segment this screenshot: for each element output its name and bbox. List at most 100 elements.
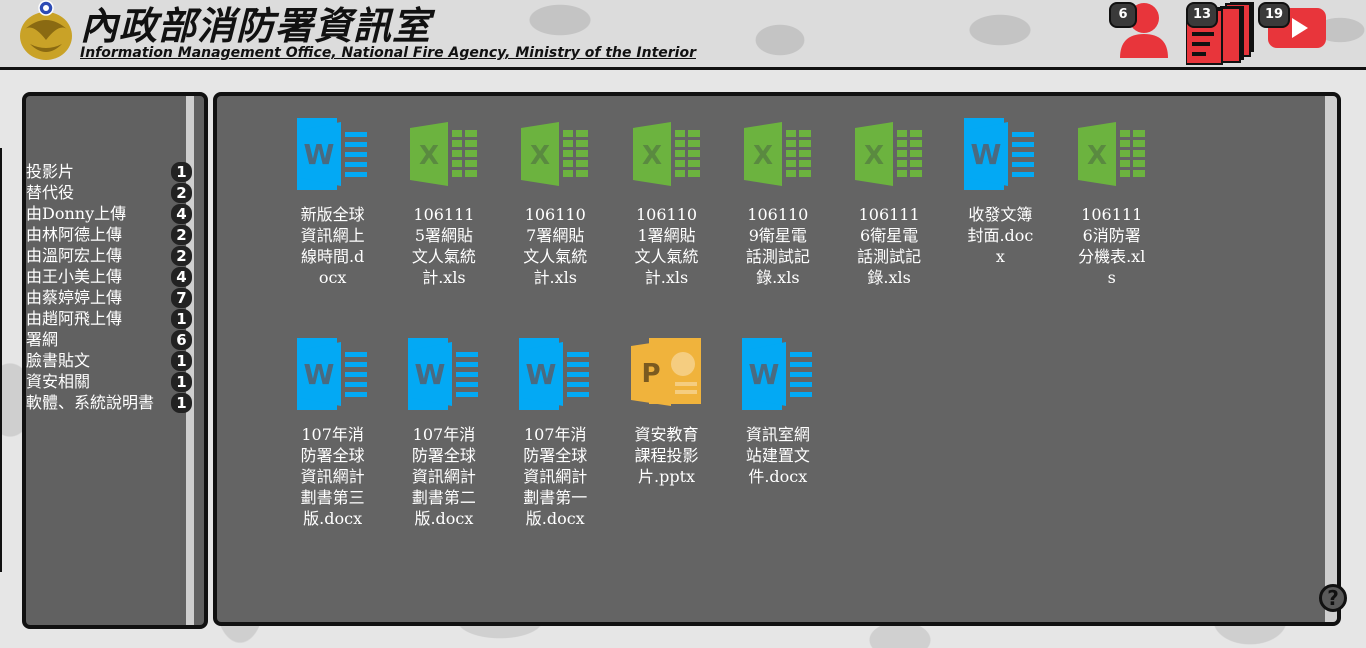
svg-text:X: X <box>530 141 550 171</box>
category-label: 由趙阿飛上傳 <box>26 309 123 328</box>
users-count-badge: 6 <box>1109 2 1137 28</box>
file-item[interactable]: X 1061116消防署分機表.xls <box>1056 118 1167 338</box>
videos-button[interactable]: 19 <box>1258 0 1330 54</box>
svg-text:P: P <box>641 359 660 389</box>
file-name: 107年消防署全球資訊網計劃書第二版.docx <box>411 425 476 528</box>
category-count-badge: 7 <box>171 288 192 308</box>
category-label: 由王小美上傳 <box>26 267 123 286</box>
file-item[interactable]: W 107年消防署全球資訊網計劃書第三版.docx <box>277 338 388 558</box>
excel-spreadsheet-icon: X <box>742 118 814 190</box>
file-name: 107年消防署全球資訊網計劃書第一版.docx <box>523 425 588 528</box>
category-item[interactable]: 由蔡婷婷上傳 7 <box>26 287 194 308</box>
category-label: 資安相關 <box>26 372 91 391</box>
powerpoint-presentation-icon: P <box>630 338 703 410</box>
excel-spreadsheet-icon: X <box>631 118 703 190</box>
category-count-badge: 4 <box>171 204 192 224</box>
svg-text:X: X <box>419 141 439 171</box>
file-item[interactable]: X 1061107署網貼文人氣統計.xls <box>500 118 611 338</box>
documents-count-badge: 13 <box>1186 2 1219 28</box>
word-document-icon: W <box>407 338 480 410</box>
file-item[interactable]: X 1061116衛星電話測試記錄.xls <box>833 118 944 338</box>
category-item[interactable]: 資安相關 1 <box>26 371 194 392</box>
category-item[interactable]: 由Donny上傳 4 <box>26 203 194 224</box>
category-count-badge: 6 <box>171 330 192 350</box>
file-item[interactable]: W 107年消防署全球資訊網計劃書第二版.docx <box>388 338 499 558</box>
word-document-icon: W <box>296 338 369 410</box>
file-panel-scrollbar[interactable] <box>1325 96 1337 622</box>
file-item[interactable]: W 新版全球資訊網上線時間.docx <box>277 118 388 338</box>
file-name: 收發文簿封面.docx <box>967 205 1034 266</box>
category-label: 署網 <box>26 330 59 349</box>
svg-text:W: W <box>414 358 445 391</box>
category-item[interactable]: 臉書貼文 1 <box>26 350 194 371</box>
file-item[interactable]: W 107年消防署全球資訊網計劃書第一版.docx <box>500 338 611 558</box>
agency-emblem-logo[interactable] <box>16 0 76 64</box>
category-label: 替代役 <box>26 183 75 202</box>
file-name: 1061101署網貼文人氣統計.xls <box>634 205 699 287</box>
svg-text:W: W <box>971 138 1002 171</box>
file-name: 1061115署網貼文人氣統計.xls <box>411 205 476 287</box>
svg-text:W: W <box>303 138 334 171</box>
category-count-badge: 1 <box>171 351 192 371</box>
file-item[interactable]: X 1061101署網貼文人氣統計.xls <box>611 118 722 338</box>
left-edge-divider <box>0 148 2 572</box>
category-item[interactable]: 由溫阿宏上傳 2 <box>26 245 194 266</box>
file-item[interactable]: X 1061115署網貼文人氣統計.xls <box>388 118 499 338</box>
category-label: 由林阿德上傳 <box>26 225 123 244</box>
file-name: 1061107署網貼文人氣統計.xls <box>523 205 588 287</box>
file-grid: W 新版全球資訊網上線時間.docx X 1061115署網貼文人氣統計.xls X 10… <box>277 118 1277 558</box>
category-count-badge: 2 <box>171 225 192 245</box>
category-item[interactable]: 由趙阿飛上傳 1 <box>26 308 194 329</box>
category-count-badge: 4 <box>171 267 192 287</box>
excel-spreadsheet-icon: X <box>519 118 591 190</box>
excel-spreadsheet-icon: X <box>853 118 925 190</box>
excel-spreadsheet-icon: X <box>408 118 480 190</box>
help-button[interactable]: ? <box>1319 584 1347 612</box>
word-document-icon: W <box>296 118 369 190</box>
category-count-badge: 2 <box>171 246 192 266</box>
category-count-badge: 1 <box>171 393 192 413</box>
svg-text:W: W <box>748 358 779 391</box>
svg-text:W: W <box>303 358 334 391</box>
category-item[interactable]: 投影片 1 <box>26 161 194 182</box>
documents-button[interactable]: 13 <box>1186 0 1258 66</box>
file-item[interactable]: W 資訊室網站建置文件.docx <box>722 338 833 558</box>
svg-text:W: W <box>526 358 557 391</box>
excel-spreadsheet-icon: X <box>1076 118 1148 190</box>
svg-text:X: X <box>1087 141 1107 171</box>
category-label: 由溫阿宏上傳 <box>26 246 123 265</box>
category-item[interactable]: 由林阿德上傳 2 <box>26 224 194 245</box>
file-name: 1061116衛星電話測試記錄.xls <box>857 205 922 287</box>
file-name: 資訊室網站建置文件.docx <box>745 425 810 486</box>
category-label: 臉書貼文 <box>26 351 91 370</box>
file-item[interactable]: P 資安教育課程投影片.pptx <box>611 338 722 558</box>
file-name: 1061116消防署分機表.xls <box>1078 205 1146 287</box>
videos-count-badge: 19 <box>1258 2 1291 28</box>
users-button[interactable]: 6 <box>1109 0 1168 62</box>
svg-text:X: X <box>864 141 884 171</box>
category-item[interactable]: 替代役 2 <box>26 182 194 203</box>
file-name: 107年消防署全球資訊網計劃書第三版.docx <box>300 425 365 528</box>
category-item[interactable]: 署網 6 <box>26 329 194 350</box>
word-document-icon: W <box>741 338 814 410</box>
word-document-icon: W <box>519 338 591 410</box>
word-document-icon: W <box>964 118 1036 190</box>
svg-text:X: X <box>642 141 662 171</box>
site-subtitle: Information Management Office, National … <box>80 45 696 61</box>
category-list: 投影片 1 替代役 2 由Donny上傳 4 由林阿德上傳 2 由溫阿宏上傳 2 由王小美上傳 4 由蔡… <box>26 161 194 413</box>
site-title: 內政部消防署資訊室 <box>80 4 432 48</box>
file-item[interactable]: W 收發文簿封面.docx <box>945 118 1056 338</box>
file-item[interactable]: X 1061109衛星電話測試記錄.xls <box>722 118 833 338</box>
category-label: 投影片 <box>26 162 75 181</box>
category-item[interactable]: 由王小美上傳 4 <box>26 266 194 287</box>
svg-text:X: X <box>753 141 773 171</box>
category-count-badge: 1 <box>171 309 192 329</box>
category-item[interactable]: 軟體、系統說明書 1 <box>26 392 194 413</box>
category-label: 由蔡婷婷上傳 <box>26 288 123 307</box>
file-name: 資安教育課程投影片.pptx <box>634 425 699 486</box>
category-label: 軟體、系統說明書 <box>26 393 155 412</box>
file-name: 新版全球資訊網上線時間.docx <box>300 205 365 287</box>
file-name: 1061109衛星電話測試記錄.xls <box>745 205 810 287</box>
category-count-badge: 2 <box>171 183 192 203</box>
site-header: 內政部消防署資訊室 Information Management Office,… <box>0 0 1366 70</box>
